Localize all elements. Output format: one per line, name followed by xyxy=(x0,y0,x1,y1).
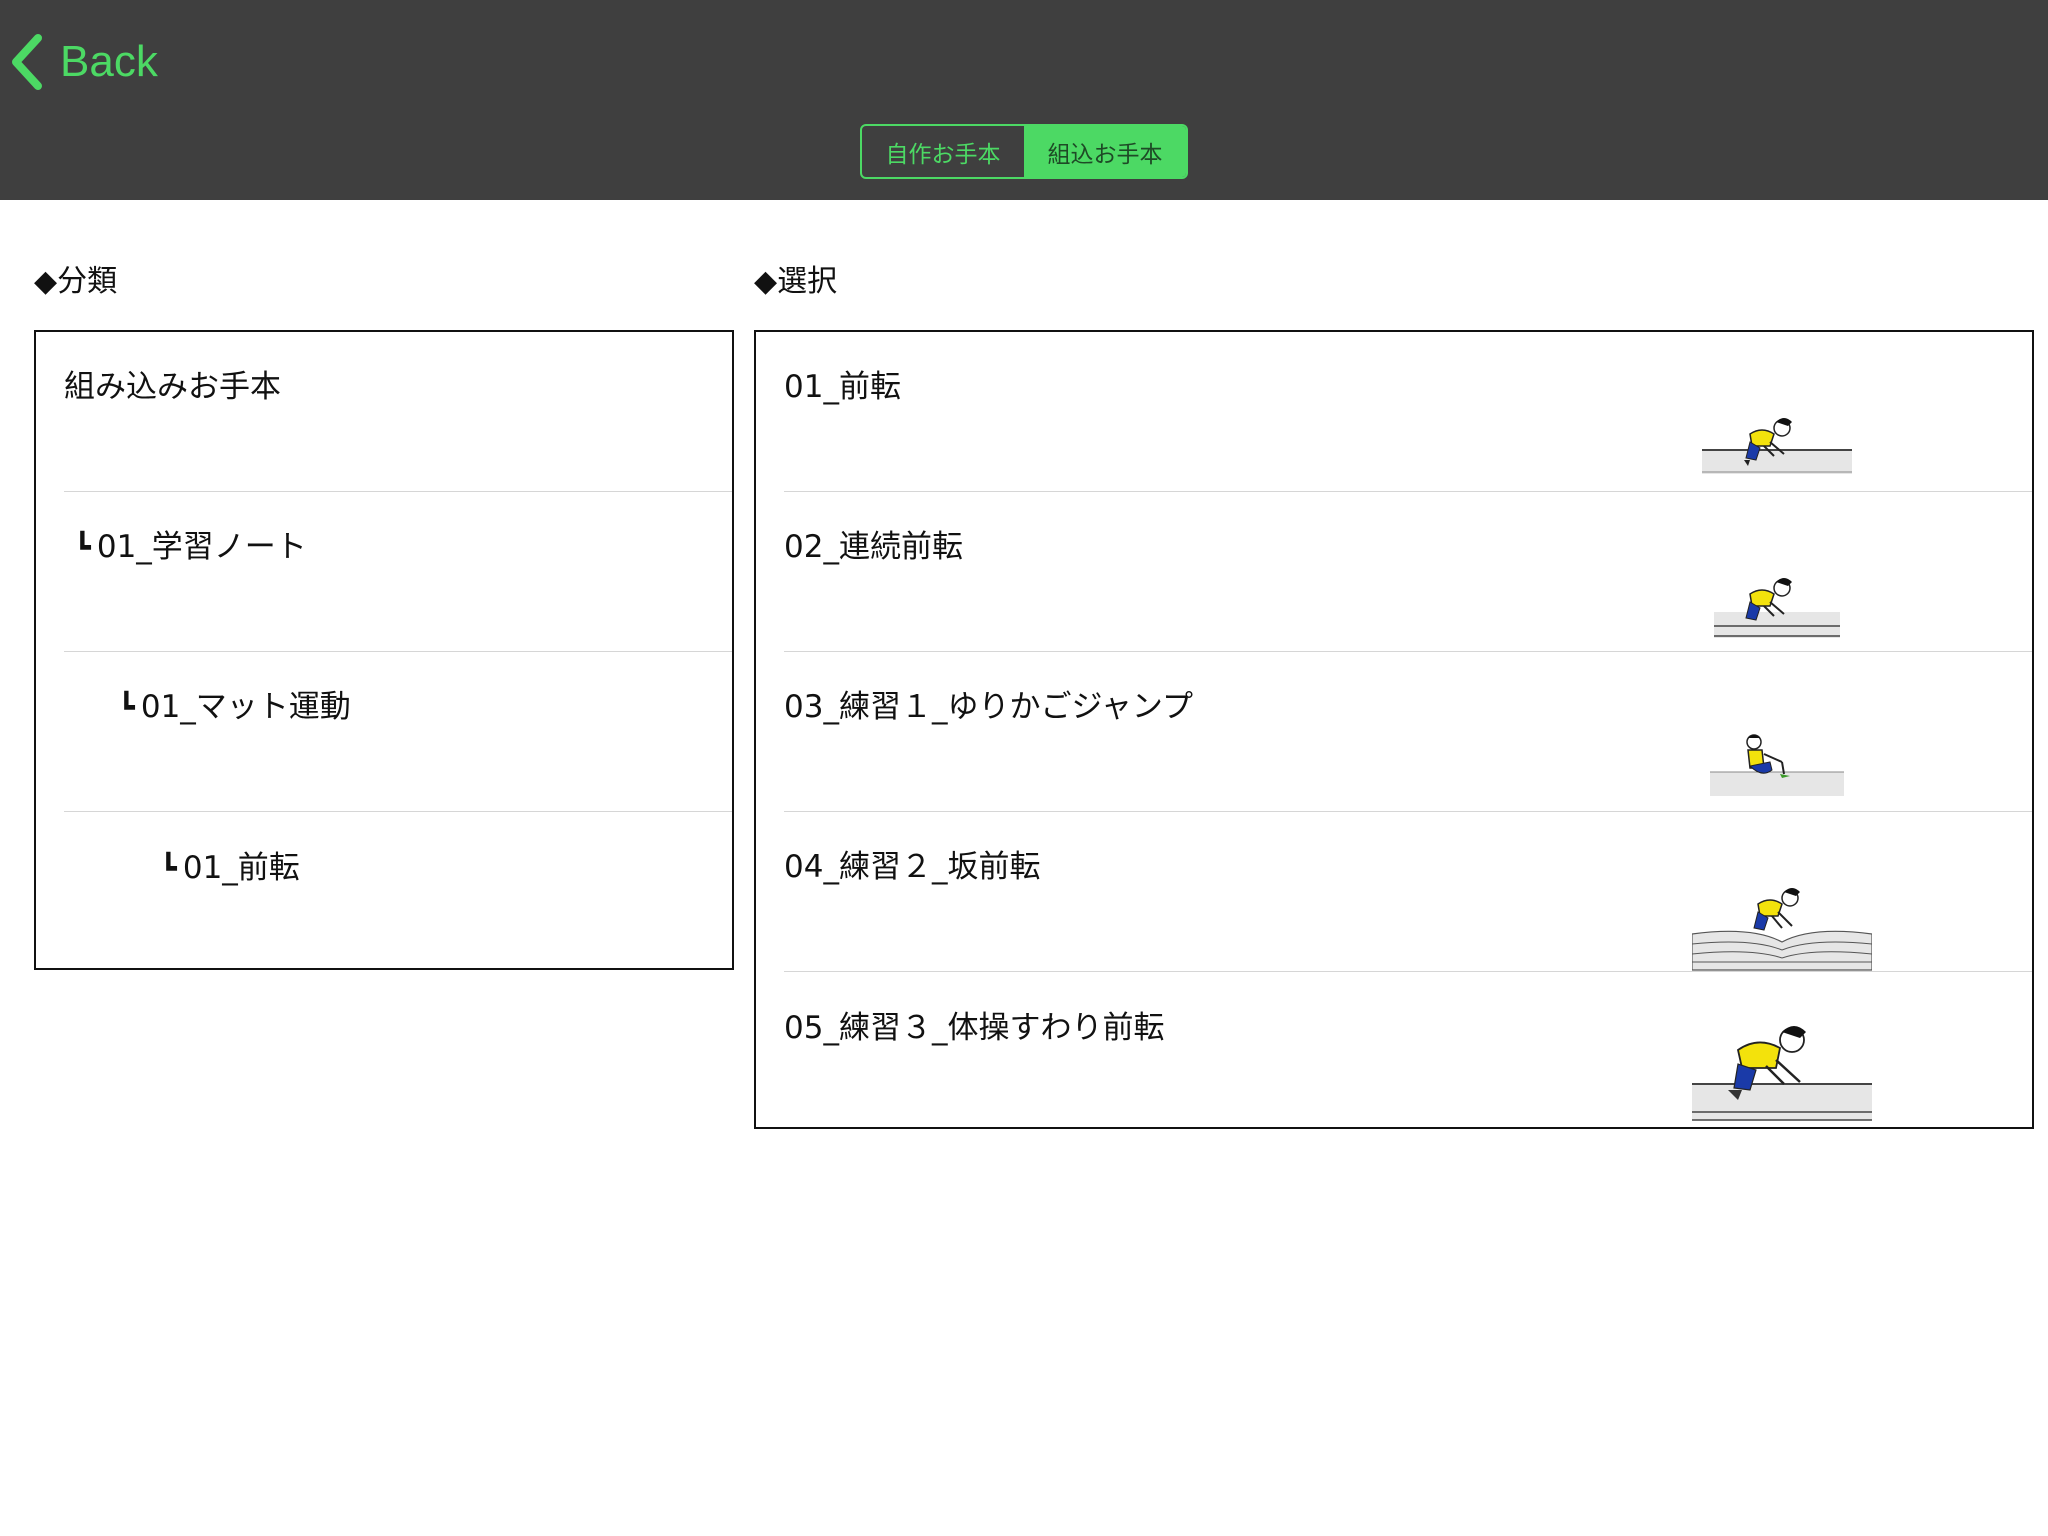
category-item-label: 組み込みお手本 xyxy=(64,369,281,405)
chevron-left-icon xyxy=(12,34,42,90)
selection-list: 01_前転 02_連続前転 03_練習１_ゆりかごジャンプ 04_練習２_坂前転… xyxy=(754,330,2034,1129)
selection-item-label: 05_練習３_体操すわり前転 xyxy=(784,1009,1165,1046)
selection-item-label: 04_練習２_坂前転 xyxy=(784,849,1041,885)
category-item-label-wrap: ┗ 01_学習ノート xyxy=(74,521,307,566)
segment-custom-examples[interactable]: 自作お手本 xyxy=(862,126,1024,177)
category-item-label: 01_前転 xyxy=(182,849,300,886)
category-item-label-wrap: ┗ 01_マット運動 xyxy=(118,681,351,726)
sitting-figure-thumbnail xyxy=(1710,734,1844,796)
navigation-bar: Back 自作お手本 組込お手本 xyxy=(0,0,2048,200)
category-item-builtin-examples[interactable]: 組み込みお手本 xyxy=(64,332,732,492)
category-item-study-note[interactable]: ┗ 01_学習ノート xyxy=(64,492,732,652)
back-label: Back xyxy=(60,37,158,86)
tree-branch-icon: ┗ xyxy=(74,531,91,564)
category-section-title: ◆分類 xyxy=(34,264,118,299)
selection-item-label: 03_練習１_ゆりかごジャンプ xyxy=(784,689,1193,725)
back-button[interactable]: Back xyxy=(8,30,158,94)
selection-item[interactable]: 01_前転 xyxy=(784,332,2032,492)
category-item-label-wrap: ┗ 01_前転 xyxy=(160,842,300,887)
tree-branch-icon: ┗ xyxy=(160,851,177,885)
category-item-mat-exercise[interactable]: ┗ 01_マット運動 xyxy=(64,652,732,812)
category-list: 組み込みお手本 ┗ 01_学習ノート ┗ 01_マット運動 ┗ 01_前転 xyxy=(34,330,734,970)
category-item-forward-roll[interactable]: ┗ 01_前転 xyxy=(64,812,732,972)
selection-item[interactable]: 04_練習２_坂前転 xyxy=(784,812,2032,972)
crouching-figure-on-slope-thumbnail xyxy=(1692,888,1872,971)
selection-item[interactable]: 02_連続前転 xyxy=(784,492,2032,652)
selection-item[interactable]: 03_練習１_ゆりかごジャンプ xyxy=(784,652,2032,812)
crouching-figure-thumbnail xyxy=(1692,1026,1872,1121)
crouching-figure-thumbnail xyxy=(1714,578,1840,638)
category-item-label: 01_学習ノート xyxy=(96,529,307,565)
selection-item[interactable]: 05_練習３_体操すわり前転 xyxy=(784,972,2032,1132)
example-source-segmented-control[interactable]: 自作お手本 組込お手本 xyxy=(860,124,1188,179)
tree-branch-icon: ┗ xyxy=(118,691,135,724)
selection-item-label: 01_前転 xyxy=(784,369,901,405)
category-item-label: 01_マット運動 xyxy=(140,689,351,725)
crouching-figure-thumbnail xyxy=(1702,418,1852,474)
segment-builtin-examples[interactable]: 組込お手本 xyxy=(1024,126,1186,177)
selection-item-label: 02_連続前転 xyxy=(784,529,963,565)
selection-section-title: ◆選択 xyxy=(754,264,838,299)
